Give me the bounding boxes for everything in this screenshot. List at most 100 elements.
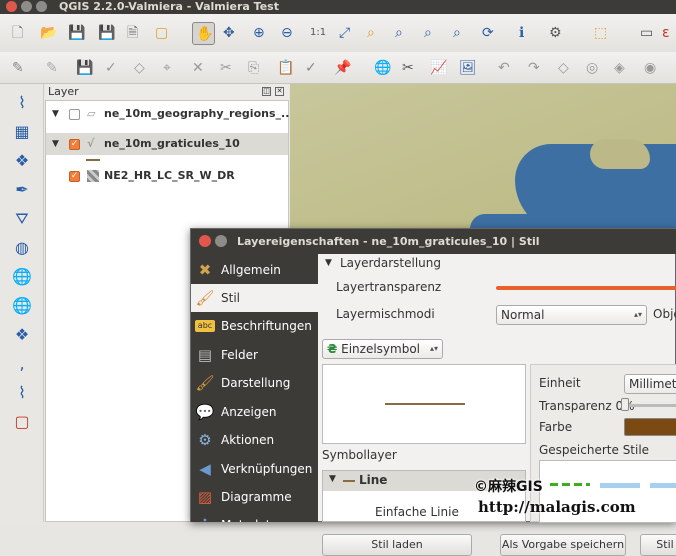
new-project-icon[interactable]: 🗋	[10, 23, 30, 43]
color-swatch[interactable]	[624, 418, 676, 436]
layer-row[interactable]: ▼ ✓ √ ne_10m_graticules_10	[46, 133, 288, 155]
gps-icon[interactable]: ✂	[400, 58, 420, 78]
style-sample-blue[interactable]	[650, 483, 676, 488]
layer-row[interactable]: ✓ NE2_HR_LC_SR_W_DR	[46, 165, 288, 187]
blend-mode-select[interactable]: Normal ▴▾	[496, 305, 647, 325]
layer-toolbar: ⌇ ▦ ❖ ✒ ⛛ ◍ 🌐 🌐 ❖ , ⌇ ▢	[0, 84, 44, 522]
redo-icon[interactable]: ↷	[526, 58, 546, 78]
save-as-icon[interactable]: 💾	[96, 23, 116, 43]
zoom-to-selection-icon[interactable]: ⌕	[365, 23, 385, 43]
zoom-next-icon[interactable]: ⌕	[451, 23, 471, 43]
style-menu-button[interactable]: Stil	[640, 534, 676, 556]
pin-icon[interactable]: 📌	[332, 58, 352, 78]
copy-icon[interactable]: ⎘	[246, 58, 266, 78]
maximize-dialog-icon[interactable]	[215, 235, 227, 247]
add-mssql-icon[interactable]: ⛛	[10, 208, 34, 230]
maximize-window-icon[interactable]	[36, 1, 47, 12]
zoom-actual-icon[interactable]: 1:1	[308, 23, 328, 43]
raster-icon[interactable]: 📈	[428, 58, 448, 78]
save-edits-icon[interactable]: 💾	[74, 58, 94, 78]
print-composer-icon[interactable]: 🗎	[125, 23, 145, 43]
action-icon[interactable]: ⚙	[547, 23, 567, 43]
expand-arrow-icon[interactable]: ▼	[52, 133, 59, 155]
simplify-icon[interactable]: ◇	[556, 58, 576, 78]
zoom-in-icon[interactable]: ⊕	[251, 23, 271, 43]
open-project-icon[interactable]: 📂	[38, 23, 58, 43]
sidebar-item-joins[interactable]: ◀ Verknüpfungen	[191, 455, 318, 483]
sidebar-item-style[interactable]: 🖌 Stil	[191, 284, 318, 312]
add-oracle-icon[interactable]: ◍	[10, 237, 34, 259]
renderer-select[interactable]: ₴ Einzelsymbol ▴▾	[322, 339, 443, 359]
new-shapefile-icon[interactable]: ⌇	[10, 382, 34, 404]
add-wfs-icon[interactable]: ❖	[10, 324, 34, 346]
image-icon[interactable]: 🖼	[457, 58, 477, 78]
remove-layer-icon[interactable]: ▢	[10, 411, 34, 433]
add-postgis-icon[interactable]: ❖	[10, 150, 34, 172]
delete-selected-icon[interactable]: ✕	[190, 58, 210, 78]
expand-arrow-icon[interactable]: ▼	[329, 474, 336, 484]
ring-icon[interactable]: ◎	[584, 58, 604, 78]
refresh-icon[interactable]: ⟳	[480, 23, 500, 43]
globe-icon[interactable]: 🌐	[372, 58, 392, 78]
layer-checkbox[interactable]	[69, 109, 80, 120]
undo-icon[interactable]: ↶	[496, 58, 516, 78]
minimize-window-icon[interactable]	[21, 1, 32, 12]
unit-select[interactable]: Millimete	[624, 374, 676, 394]
style-sample-green[interactable]	[550, 483, 590, 486]
paste-icon[interactable]: 📋	[275, 58, 295, 78]
expand-arrow-icon[interactable]: ▼	[52, 103, 59, 125]
edit-icon[interactable]: ✎	[44, 58, 64, 78]
close-window-icon[interactable]	[6, 1, 17, 12]
add-spatialite-icon[interactable]: ✒	[10, 179, 34, 201]
measure-icon[interactable]: ▭	[638, 23, 658, 43]
move-feature-icon[interactable]: ◇	[132, 58, 152, 78]
close-panel-icon[interactable]: ✕	[275, 87, 284, 96]
add-raster-layer-icon[interactable]: ▦	[10, 121, 34, 143]
sidebar-item-rendering[interactable]: 🖌 Darstellung	[191, 369, 318, 397]
expression-icon[interactable]: ε	[660, 23, 676, 43]
label-icon[interactable]: ✓	[303, 58, 323, 78]
sidebar-item-labels[interactable]: abc Beschriftungen	[191, 312, 318, 340]
close-dialog-icon[interactable]	[199, 235, 211, 247]
add-feature-icon[interactable]: ✓	[103, 58, 123, 78]
sidebar-item-diagrams[interactable]: ▨ Diagramme	[191, 483, 318, 511]
symbol-name: Line	[359, 473, 388, 487]
add-wcs-icon[interactable]: 🌐	[10, 295, 34, 317]
collapse-arrow-icon[interactable]: ▼	[325, 258, 332, 268]
opacity-slider[interactable]	[623, 404, 676, 407]
save-default-button[interactable]: Als Vorgabe speichern	[500, 534, 626, 556]
load-style-button[interactable]: Stil laden	[322, 534, 472, 556]
style-sample-blue[interactable]	[600, 483, 640, 488]
digitize-icon[interactable]: ✎	[10, 58, 30, 78]
save-project-icon[interactable]: 💾	[66, 23, 86, 43]
sidebar-item-general[interactable]: ✖ Allgemein	[191, 256, 318, 284]
opacity-slider-handle[interactable]	[621, 398, 629, 411]
add-wms-icon[interactable]: 🌐	[10, 266, 34, 288]
fill-ring-icon[interactable]: ◉	[642, 58, 662, 78]
add-delimited-text-icon[interactable]: ,	[10, 353, 34, 375]
pan-to-selection-icon[interactable]: ✥	[221, 23, 241, 43]
sidebar-item-actions[interactable]: ⚙ Aktionen	[191, 426, 318, 454]
layer-checkbox[interactable]: ✓	[69, 171, 80, 182]
layer-row[interactable]: ▼ ▱ ne_10m_geography_regions_...	[46, 103, 294, 125]
cut-icon[interactable]: ✂	[218, 58, 238, 78]
zoom-last-icon[interactable]: ⌕	[422, 23, 442, 43]
main-toolbar: 🗋 📂 💾 💾 🗎 ▢ ✋ ✥ ⊕ ⊖ 1:1 ⤢ ⌕ ⌕ ⌕ ⌕ ⟳ ℹ ⚙ …	[0, 14, 676, 52]
identify-icon[interactable]: ℹ	[517, 23, 537, 43]
select-icon[interactable]: ⬚	[592, 23, 612, 43]
composer-manager-icon[interactable]: ▢	[153, 23, 173, 43]
zoom-full-icon[interactable]: ⤢	[337, 23, 357, 43]
zoom-out-icon[interactable]: ⊖	[279, 23, 299, 43]
part-icon[interactable]: ◈	[612, 58, 632, 78]
transparency-slider[interactable]	[496, 286, 676, 290]
symbol-sublayer-name[interactable]: Einfache Linie	[375, 505, 459, 519]
pan-icon[interactable]: ✋	[192, 22, 215, 45]
sidebar-item-display[interactable]: 💬 Anzeigen	[191, 398, 318, 426]
zoom-to-layer-icon[interactable]: ⌕	[393, 23, 413, 43]
node-tool-icon[interactable]: ⌖	[161, 58, 181, 78]
float-panel-icon[interactable]: ◫	[262, 87, 271, 96]
sidebar-item-fields[interactable]: ▤ Felder	[191, 341, 318, 369]
add-vector-layer-icon[interactable]: ⌇	[10, 92, 34, 114]
sidebar-item-metadata[interactable]: ℹMetadaten	[191, 511, 318, 522]
layer-checkbox[interactable]: ✓	[69, 139, 80, 150]
